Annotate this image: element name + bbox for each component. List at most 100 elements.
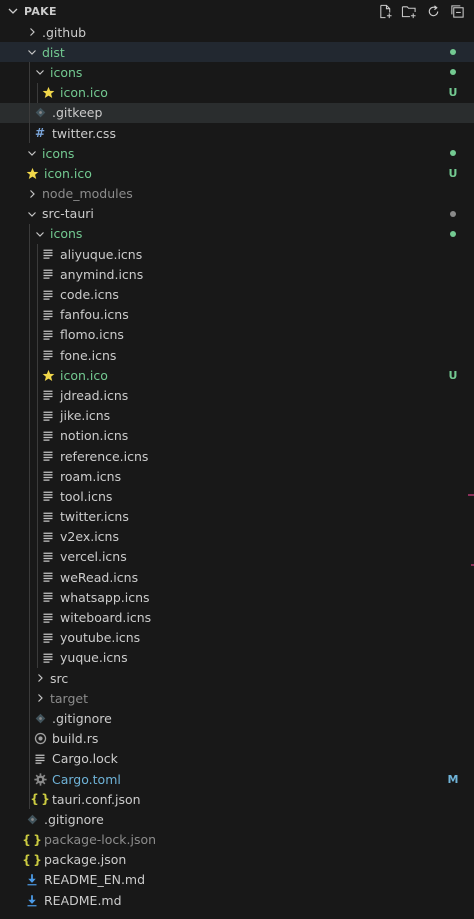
tree-folder-icons[interactable]: icons <box>0 223 474 245</box>
chevron-down-icon[interactable] <box>24 47 40 57</box>
explorer-header[interactable]: PAKE <box>0 0 474 22</box>
tree-file-jike-icns[interactable]: jike.icns <box>0 405 474 426</box>
tree-file-package-lock-json[interactable]: { } package-lock.json <box>0 830 474 850</box>
tree-file-reference-icns[interactable]: reference.icns <box>0 445 474 467</box>
tree-file-witeboard-icns[interactable]: witeboard.icns <box>0 607 474 628</box>
tree-file-readme-md[interactable]: README.md <box>0 890 474 910</box>
tree-item-label: aliyuque.icns <box>60 246 143 262</box>
indent-guide <box>37 264 38 285</box>
new-file-icon[interactable] <box>376 2 394 20</box>
lines-icon <box>40 387 56 403</box>
indent-guide <box>29 385 30 406</box>
new-folder-icon[interactable] <box>400 2 418 20</box>
tree-file-cargo-toml[interactable]: Cargo.toml M <box>0 768 474 790</box>
tree-folder-dist[interactable]: dist <box>0 42 474 63</box>
indent-guide <box>37 567 38 588</box>
indent-guide <box>37 546 38 568</box>
indent-guide <box>29 728 30 749</box>
tree-item-label: icon.ico <box>44 165 92 181</box>
indent-guide <box>29 102 30 123</box>
git-status-badge: U <box>448 86 458 100</box>
tree-file-icon-ico[interactable]: icon.ico U <box>0 365 474 386</box>
git-status-dot <box>450 49 456 56</box>
tree-file-package-json[interactable]: { } package.json <box>0 850 474 870</box>
tree-file-tool-icns[interactable]: tool.icns <box>0 486 474 507</box>
download-icon <box>24 872 40 888</box>
tree-item-label: fone.icns <box>60 347 117 363</box>
chevron-right-icon[interactable] <box>32 693 48 703</box>
explorer-actions <box>376 2 466 20</box>
indent-guide <box>29 345 30 366</box>
tree-file-weread-icns[interactable]: weRead.icns <box>0 567 474 588</box>
tree-file-youtube-icns[interactable]: youtube.icns <box>0 627 474 648</box>
tree-folder-icons[interactable]: icons <box>0 143 474 163</box>
tree-file-twitter-icns[interactable]: twitter.icns <box>0 506 474 527</box>
tree-file-notion-icns[interactable]: notion.icns <box>0 425 474 446</box>
chevron-down-icon[interactable] <box>24 148 40 158</box>
tree-file-roam-icns[interactable]: roam.icns <box>0 466 474 487</box>
gear-icon <box>32 771 48 787</box>
tree-item-label: .gitignore <box>52 710 112 726</box>
tree-file-readme-en-md[interactable]: README_EN.md <box>0 870 474 890</box>
tree-folder-github[interactable]: .github <box>0 22 474 42</box>
download-icon <box>24 892 40 908</box>
brace-icon: { } <box>22 832 42 847</box>
indent-guide <box>29 365 30 386</box>
tree-folder-node-modules[interactable]: node_modules <box>0 184 474 204</box>
indent-guide <box>37 445 38 467</box>
indent-guide <box>29 587 30 608</box>
indent-guide <box>29 789 30 810</box>
chevron-down-icon[interactable] <box>32 67 48 77</box>
tree-file-gitignore[interactable]: .gitignore <box>0 809 474 829</box>
tree-file-aliyuque-icns[interactable]: aliyuque.icns <box>0 244 474 265</box>
tree-folder-src[interactable]: src <box>0 668 474 689</box>
indent-guide <box>37 627 38 648</box>
tree-folder-src-tauri[interactable]: src-tauri <box>0 204 474 224</box>
tree-item-label: package.json <box>44 852 127 868</box>
git-status-badge: M <box>447 772 459 786</box>
indent-guide <box>29 466 30 487</box>
chevron-down-icon[interactable] <box>6 6 20 16</box>
tree-folder-target[interactable]: target <box>0 688 474 709</box>
tree-file-code-icns[interactable]: code.icns <box>0 284 474 305</box>
tree-file-anymind-icns[interactable]: anymind.icns <box>0 264 474 285</box>
tree-file-flomo-icns[interactable]: flomo.icns <box>0 324 474 345</box>
tree-file-v2ex-icns[interactable]: v2ex.icns <box>0 526 474 547</box>
lines-icon <box>40 246 56 262</box>
tree-file-build-rs[interactable]: build.rs <box>0 728 474 749</box>
tree-file-whatsapp-icns[interactable]: whatsapp.icns <box>0 587 474 608</box>
tree-file-tauri-conf-json[interactable]: { } tauri.conf.json <box>0 789 474 810</box>
lines-icon <box>40 287 56 303</box>
tree-item-label: yuque.icns <box>60 650 128 666</box>
tree-folder-icons[interactable]: icons <box>0 62 474 83</box>
collapse-all-icon[interactable] <box>448 2 466 20</box>
chevron-right-icon[interactable] <box>32 673 48 683</box>
indent-guide <box>37 365 38 386</box>
lines-icon <box>40 509 56 525</box>
tree-file-jdread-icns[interactable]: jdread.icns <box>0 385 474 406</box>
star-icon <box>40 367 56 383</box>
indent-guide <box>29 607 30 628</box>
tree-file-cargo-lock[interactable]: Cargo.lock <box>0 748 474 769</box>
tree-file-icon-ico[interactable]: icon.ico U <box>0 163 474 183</box>
tree-file-vercel-icns[interactable]: vercel.icns <box>0 546 474 568</box>
brace-icon: { } <box>22 852 42 867</box>
chevron-down-icon[interactable] <box>24 209 40 219</box>
lines-icon <box>40 569 56 585</box>
tree-file-fanfou-icns[interactable]: fanfou.icns <box>0 304 474 325</box>
indent-guide <box>29 748 30 769</box>
tree-file-icon-ico[interactable]: icon.ico U <box>0 82 474 103</box>
chevron-right-icon[interactable] <box>24 27 40 37</box>
indent-guide <box>29 526 30 547</box>
indent-guide <box>29 768 30 790</box>
chevron-right-icon[interactable] <box>24 189 40 199</box>
tree-item-label: src <box>50 670 69 686</box>
tree-file-fone-icns[interactable]: fone.icns <box>0 345 474 366</box>
tree-file-gitkeep[interactable]: .gitkeep <box>0 102 474 123</box>
chevron-down-icon[interactable] <box>32 229 48 239</box>
tree-file-gitignore[interactable]: .gitignore <box>0 708 474 729</box>
tree-file-twitter-css[interactable]: # twitter.css <box>0 122 474 144</box>
tree-item-label: Cargo.lock <box>52 751 118 767</box>
refresh-icon[interactable] <box>424 2 442 20</box>
tree-file-yuque-icns[interactable]: yuque.icns <box>0 647 474 668</box>
